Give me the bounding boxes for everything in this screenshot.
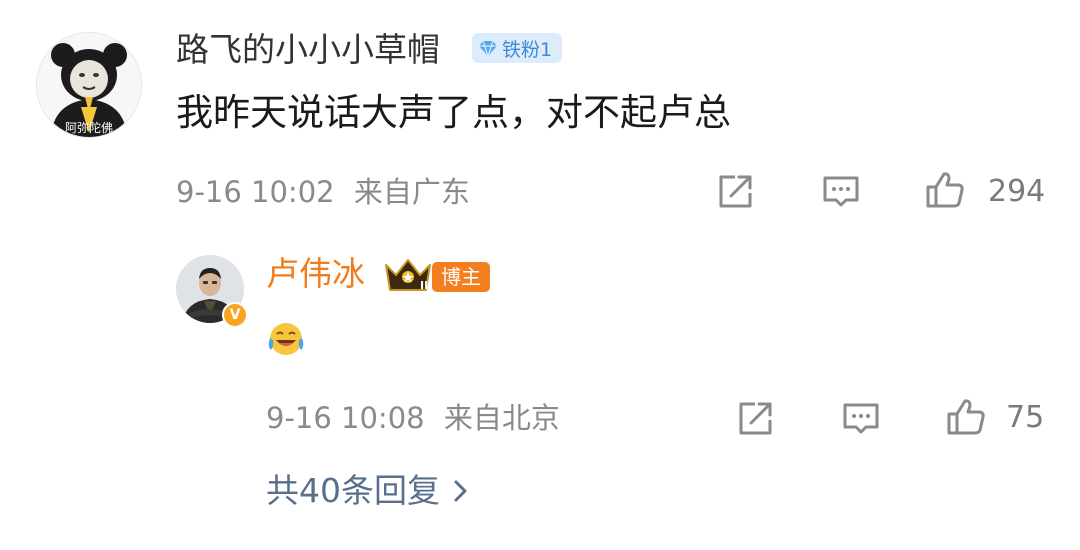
like-icon[interactable] bbox=[925, 170, 965, 210]
chevron-right-icon bbox=[454, 480, 467, 502]
replier-username[interactable]: 卢伟冰 bbox=[266, 254, 365, 294]
diamond-icon bbox=[479, 40, 497, 58]
view-all-replies-link[interactable]: 共40条回复 bbox=[266, 470, 470, 512]
reply-location: 来自北京 bbox=[443, 401, 560, 435]
crown-level: II bbox=[420, 279, 428, 292]
laugh-cry-emoji bbox=[268, 323, 304, 355]
avatar-caption: 阿弥陀佛 bbox=[64, 121, 113, 135]
reply-comment-icon[interactable] bbox=[841, 399, 881, 439]
reply-meta: 9-16 10:08 来自北京 bbox=[266, 400, 560, 436]
reply-like-icon[interactable] bbox=[946, 397, 986, 437]
share-icon[interactable] bbox=[715, 172, 755, 212]
crown-icon[interactable]: II bbox=[383, 257, 433, 295]
comment-timestamp: 9-16 10:02 bbox=[176, 175, 335, 209]
fan-badge[interactable]: 铁粉1 bbox=[472, 33, 563, 63]
comment-like-count: 294 bbox=[988, 174, 1046, 209]
comment-icon[interactable] bbox=[821, 172, 861, 212]
commenter-username[interactable]: 路飞的小小小草帽 bbox=[176, 30, 440, 70]
comment-text: 我昨天说话大声了点，对不起卢总 bbox=[176, 91, 731, 134]
fan-badge-label: 铁粉1 bbox=[502, 38, 553, 61]
commenter-avatar[interactable]: 阿弥陀佛 bbox=[36, 32, 142, 138]
reply-like-count: 75 bbox=[1006, 400, 1045, 435]
total-replies-label: 共40条回复 bbox=[266, 471, 440, 510]
reply-share-icon[interactable] bbox=[735, 399, 775, 439]
verified-badge-icon: V bbox=[222, 302, 248, 328]
comment-meta: 9-16 10:02 来自广东 bbox=[176, 174, 470, 210]
comment-location: 来自广东 bbox=[353, 175, 470, 209]
reply-timestamp: 9-16 10:08 bbox=[266, 401, 425, 435]
blogger-badge: 博主 bbox=[432, 262, 490, 292]
